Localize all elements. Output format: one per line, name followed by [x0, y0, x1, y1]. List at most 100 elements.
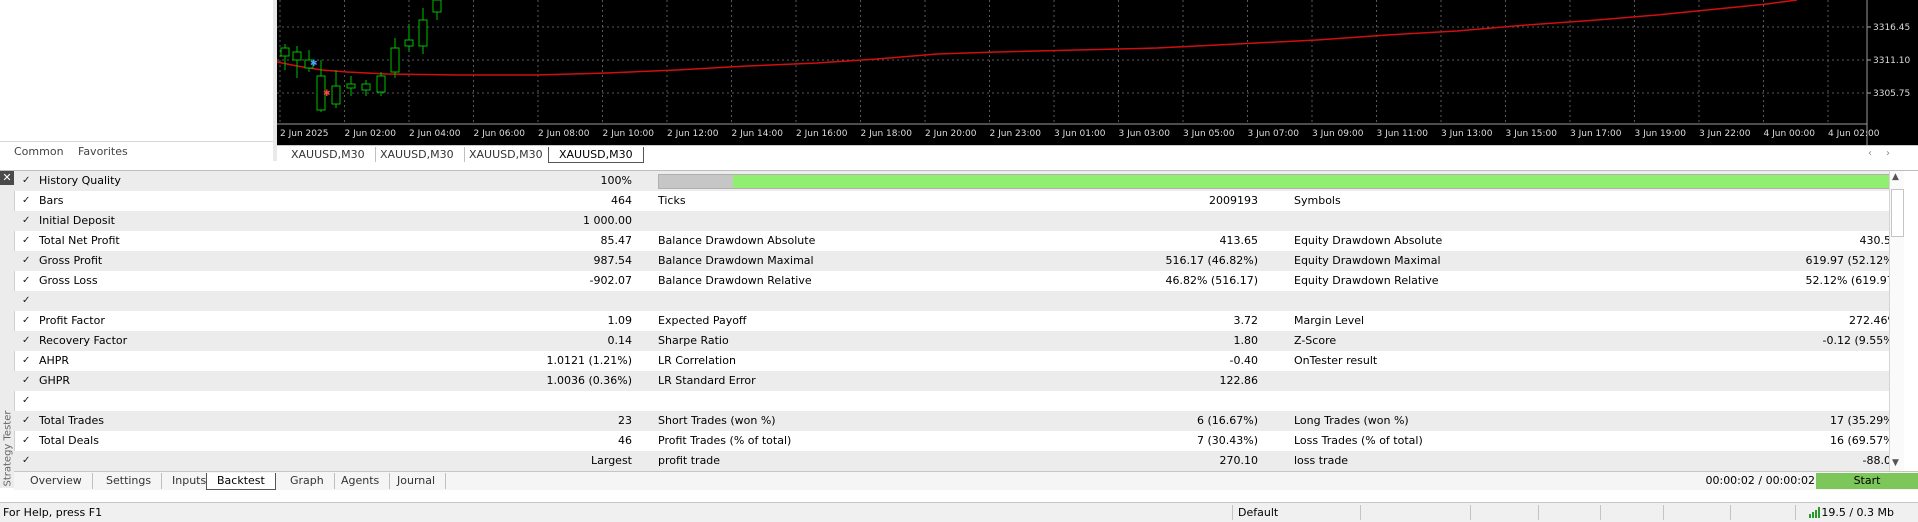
- time-label: 3 Jun 01:00: [1054, 129, 1106, 139]
- check-icon[interactable]: ✓: [22, 411, 30, 431]
- table-row: ✓ AHPR 1.0121 (1.21%) LR Correlation -0.40 On…: [14, 351, 1904, 371]
- time-label: 2 Jun 18:00: [861, 129, 913, 139]
- metric-label: Total Trades: [39, 414, 105, 427]
- price-label: 3316.45: [1873, 23, 1910, 33]
- tab-graph[interactable]: Graph: [280, 473, 335, 489]
- time-label: 2 Jun 16:00: [796, 129, 848, 139]
- metric-label: LR Correlation: [658, 354, 736, 367]
- metric-value: 85.47: [600, 234, 633, 247]
- table-row: ✓ Gross Loss -902.07 Balance Drawdown Relat…: [14, 271, 1904, 291]
- candle-body: [280, 47, 290, 57]
- metric-label: Equity Drawdown Absolute: [1294, 234, 1443, 247]
- metric-value: 6 (16.67%): [1196, 414, 1258, 427]
- time-label: 3 Jun 17:00: [1570, 129, 1622, 139]
- check-icon[interactable]: ✓: [22, 191, 30, 211]
- time-label: 2 Jun 2025: [280, 129, 328, 139]
- chart-tab-active[interactable]: XAUUSD,M30: [548, 147, 644, 163]
- metric-value: 619.97 (52.12%): [1805, 254, 1898, 267]
- metric-label: GHPR: [39, 374, 71, 387]
- tab-common[interactable]: Common: [14, 145, 64, 158]
- table-row: ✓ Total Trades 23 Short Trades (won %) 6 (16…: [14, 411, 1904, 431]
- check-icon[interactable]: ✓: [22, 431, 30, 451]
- status-profile[interactable]: Default: [1238, 503, 1278, 522]
- time-label: 2 Jun 02:00: [345, 129, 397, 139]
- metric-label: AHPR: [39, 354, 70, 367]
- metric-label: Total Deals: [39, 434, 99, 447]
- history-quality-bar: [658, 174, 1901, 189]
- start-button[interactable]: Start: [1816, 473, 1918, 489]
- check-icon[interactable]: ✓: [22, 331, 30, 351]
- check-icon[interactable]: ✓: [22, 251, 30, 271]
- chart-tab[interactable]: XAUUSD,M30: [281, 147, 376, 162]
- scrollbar-thumb[interactable]: [1891, 189, 1904, 237]
- price-label: 3305.75: [1873, 89, 1910, 99]
- scroll-down-icon[interactable]: ▼: [1892, 458, 1899, 468]
- metric-value: 46: [618, 434, 632, 447]
- metric-label: Gross Loss: [39, 274, 98, 287]
- vertical-scrollbar[interactable]: ▲ ▼: [1889, 171, 1904, 471]
- metric-label: Short Trades (won %): [658, 414, 776, 427]
- chart-tabs-scroll-arrows[interactable]: ‹›: [1868, 148, 1904, 159]
- status-divider: [1360, 505, 1361, 520]
- price-label: 3311.10: [1873, 56, 1910, 66]
- candle-body: [390, 47, 400, 73]
- status-divider: [1663, 505, 1664, 520]
- time-label: 3 Jun 03:00: [1119, 129, 1171, 139]
- metric-label: Loss Trades (% of total): [1294, 434, 1423, 447]
- chart-tab[interactable]: XAUUSD,M30: [459, 147, 554, 162]
- tab-journal[interactable]: Journal: [387, 473, 447, 489]
- quality-bar-segment: [659, 175, 733, 188]
- metric-label: profit trade: [658, 454, 721, 467]
- scroll-up-icon[interactable]: ▲: [1892, 172, 1899, 182]
- candle-body: [376, 75, 386, 93]
- check-icon[interactable]: ✓: [22, 311, 30, 331]
- time-label: 3 Jun 09:00: [1312, 129, 1364, 139]
- metric-label: OnTester result: [1294, 354, 1378, 367]
- strategy-tester-label: Strategy Tester: [2, 410, 14, 487]
- close-icon[interactable]: ✕: [0, 171, 14, 185]
- metric-value: Largest: [591, 454, 632, 467]
- moving-average-line: [277, 0, 1798, 76]
- check-icon[interactable]: ✓: [22, 451, 30, 471]
- check-icon[interactable]: ✓: [22, 351, 30, 371]
- time-label: 2 Jun 14:00: [732, 129, 784, 139]
- metric-label: Recovery Factor: [39, 334, 128, 347]
- metric-label: loss trade: [1294, 454, 1349, 467]
- candle-body: [432, 0, 442, 13]
- check-icon[interactable]: ✓: [22, 211, 30, 231]
- tab-backtest[interactable]: Backtest: [206, 473, 276, 490]
- check-icon[interactable]: ✓: [22, 291, 30, 311]
- metric-value: 1.09: [607, 314, 633, 327]
- metric-label: Symbols: [1294, 194, 1341, 207]
- metric-label: Ticks: [658, 194, 686, 207]
- tab-overview[interactable]: Overview: [20, 473, 93, 489]
- check-icon[interactable]: ✓: [22, 371, 30, 391]
- price-chart[interactable]: 3316.45 3311.10 3305.75 2 Jun 2025 2 Jun 02:…: [277, 0, 1918, 145]
- metric-label: Initial Deposit: [39, 214, 115, 227]
- time-label: 2 Jun 08:00: [538, 129, 590, 139]
- time-label: 2 Jun 10:00: [603, 129, 655, 139]
- status-divider: [1600, 505, 1601, 520]
- metric-label: Equity Drawdown Maximal: [1294, 254, 1441, 267]
- metric-value: 987.54: [593, 254, 633, 267]
- candle-body: [346, 83, 356, 89]
- metric-value: 0.14: [607, 334, 633, 347]
- check-icon[interactable]: ✓: [22, 271, 30, 291]
- check-icon[interactable]: ✓: [22, 391, 30, 411]
- metric-value: 1.80: [1233, 334, 1259, 347]
- status-divider: [1730, 505, 1731, 520]
- check-icon[interactable]: ✓: [22, 171, 30, 191]
- chart-tab[interactable]: XAUUSD,M30: [370, 147, 465, 162]
- tab-agents[interactable]: Agents: [331, 473, 391, 489]
- time-label: 3 Jun 13:00: [1441, 129, 1493, 139]
- metric-value: 23: [618, 414, 632, 427]
- metric-value: -902.07: [589, 274, 632, 287]
- metric-value: 1.0121 (1.21%): [546, 354, 632, 367]
- metric-value: 464: [611, 194, 632, 207]
- metric-label: Expected Payoff: [658, 314, 747, 327]
- metric-label: LR Standard Error: [658, 374, 756, 387]
- tab-settings[interactable]: Settings: [96, 473, 163, 489]
- check-icon[interactable]: ✓: [22, 231, 30, 251]
- tab-favorites[interactable]: Favorites: [78, 145, 128, 158]
- table-row: ✓: [14, 291, 1904, 311]
